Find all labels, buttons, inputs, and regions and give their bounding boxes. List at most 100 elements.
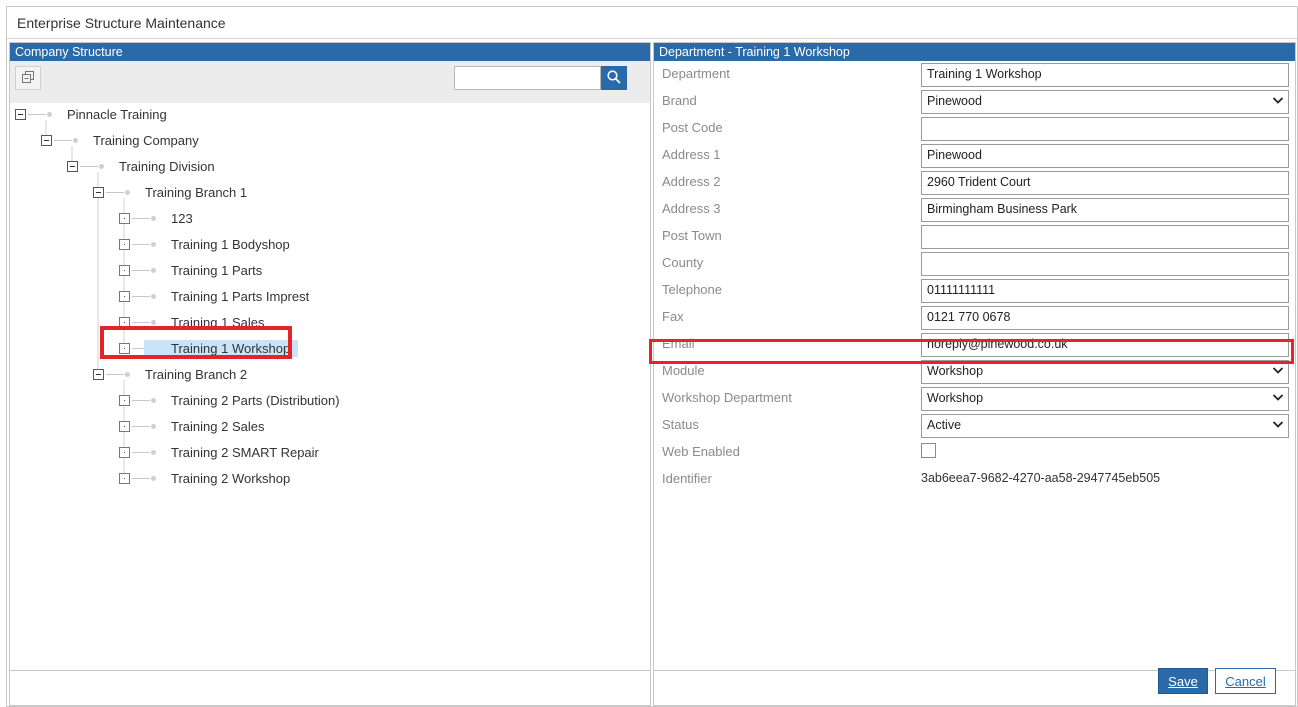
tree-node-label[interactable]: Training Branch 2: [143, 366, 249, 383]
chevron-down-icon: [1272, 364, 1284, 376]
leaf-node-icon[interactable]: [119, 420, 130, 432]
save-button[interactable]: Save: [1158, 668, 1208, 694]
leaf-node-icon[interactable]: [119, 446, 130, 458]
tree-search-input[interactable]: [454, 66, 601, 90]
tree-bullet: [73, 137, 78, 143]
identifier-value: 3ab6eea7-9682-4270-aa58-2947745eb505: [921, 471, 1161, 485]
tree-node-training-company[interactable]: Training Company: [41, 130, 201, 150]
tree-node-label[interactable]: Training 1 Bodyshop: [169, 236, 292, 253]
collapse-node-icon[interactable]: [41, 134, 52, 146]
tree-node-label[interactable]: Training Company: [91, 132, 201, 149]
address-3-field[interactable]: Birmingham Business Park: [921, 198, 1289, 222]
tree-connector: [106, 373, 124, 375]
tree-bullet: [151, 241, 156, 247]
county-row: County: [654, 250, 1295, 277]
brand-select[interactable]: Pinewood: [921, 90, 1289, 114]
tree-node-training-branch-2[interactable]: Training Branch 2: [93, 364, 249, 384]
address-2-row: Address 2 2960 Trident Court: [654, 169, 1295, 196]
identifier-label: Identifier: [662, 471, 712, 486]
tree-node-label[interactable]: Training Division: [117, 158, 217, 175]
tree-connector: [54, 139, 72, 141]
collapse-node-icon[interactable]: [15, 108, 26, 120]
tree-connector: [80, 165, 98, 167]
tree-node-training-1-bodyshop[interactable]: Training 1 Bodyshop: [119, 234, 292, 254]
tree-bullet: [151, 475, 156, 481]
brand-row: Brand Pinewood: [654, 88, 1295, 115]
telephone-row: Telephone 01111111111: [654, 277, 1295, 304]
search-icon: [607, 69, 621, 87]
web-enabled-checkbox[interactable]: [921, 443, 936, 458]
county-label: County: [662, 255, 704, 270]
address-2-field[interactable]: 2960 Trident Court: [921, 171, 1289, 195]
tree-node-training-1-parts-imprest[interactable]: Training 1 Parts Imprest: [119, 286, 311, 306]
status-select[interactable]: Active: [921, 414, 1289, 438]
post-code-field[interactable]: [921, 117, 1289, 141]
company-structure-tree: Pinnacle Training Training Company Trainin…: [10, 104, 650, 664]
telephone-field[interactable]: 01111111111: [921, 279, 1289, 303]
status-row: Status Active: [654, 412, 1295, 439]
module-selected-value: Workshop: [927, 364, 984, 378]
leaf-node-icon[interactable]: [119, 290, 130, 302]
workshop-department-label: Workshop Department: [662, 390, 792, 405]
tree-node-training-2-smart-repair[interactable]: Training 2 SMART Repair: [119, 442, 321, 462]
tree-node-label[interactable]: 123: [169, 210, 195, 227]
leaf-node-icon[interactable]: [119, 212, 130, 224]
tree-node-label[interactable]: Training 1 Parts: [169, 262, 264, 279]
tree-node-label[interactable]: Training 2 Sales: [169, 418, 266, 435]
address-1-field[interactable]: Pinewood: [921, 144, 1289, 168]
tree-node-label[interactable]: Training 1 Parts Imprest: [169, 288, 311, 305]
fax-label: Fax: [662, 309, 684, 324]
department-label: Department: [662, 66, 730, 81]
post-town-field[interactable]: [921, 225, 1289, 249]
county-field[interactable]: [921, 252, 1289, 276]
tree-node-training-division[interactable]: Training Division: [67, 156, 217, 176]
telephone-label: Telephone: [662, 282, 722, 297]
collapse-all-icon: [22, 70, 34, 86]
leaf-node-icon[interactable]: [119, 472, 130, 484]
department-field[interactable]: Training 1 Workshop: [921, 63, 1289, 87]
tree-node-label[interactable]: Pinnacle Training: [65, 106, 169, 123]
fax-field[interactable]: 0121 770 0678: [921, 306, 1289, 330]
workshop-department-row: Workshop Department Workshop: [654, 385, 1295, 412]
chevron-down-icon: [1272, 418, 1284, 430]
status-selected-value: Active: [927, 418, 962, 432]
tree-node-pinnacle-training[interactable]: Pinnacle Training: [15, 104, 169, 124]
status-label: Status: [662, 417, 699, 432]
tree-node-123[interactable]: 123: [119, 208, 195, 228]
workshop-department-select[interactable]: Workshop: [921, 387, 1289, 411]
left-footer: [9, 671, 651, 706]
tree-connector: [106, 191, 124, 193]
tree-node-training-2-parts-distribution[interactable]: Training 2 Parts (Distribution): [119, 390, 342, 410]
collapse-node-icon[interactable]: [93, 368, 104, 380]
post-town-label: Post Town: [662, 228, 722, 243]
tree-node-label[interactable]: Training 2 Parts (Distribution): [169, 392, 342, 409]
brand-label: Brand: [662, 93, 697, 108]
tree-connector: [132, 243, 150, 245]
tree-node-training-2-sales[interactable]: Training 2 Sales: [119, 416, 266, 436]
tree-node-label[interactable]: Training Branch 1: [143, 184, 249, 201]
leaf-node-icon[interactable]: [119, 394, 130, 406]
chevron-down-icon: [1272, 391, 1284, 403]
window-title: Enterprise Structure Maintenance: [7, 7, 1297, 39]
collapse-all-button[interactable]: [15, 66, 41, 90]
cancel-button[interactable]: Cancel: [1215, 668, 1276, 694]
collapse-node-icon[interactable]: [93, 186, 104, 198]
tree-search-button[interactable]: [601, 66, 627, 90]
collapse-node-icon[interactable]: [67, 160, 78, 172]
post-code-label: Post Code: [662, 120, 723, 135]
leaf-node-icon[interactable]: [119, 238, 130, 250]
tree-node-label[interactable]: Training 2 SMART Repair: [169, 444, 321, 461]
fax-row: Fax 0121 770 0678: [654, 304, 1295, 331]
department-row: Department Training 1 Workshop: [654, 61, 1295, 88]
tree-node-training-branch-1[interactable]: Training Branch 1: [93, 182, 249, 202]
email-field-highlight: [649, 339, 1294, 364]
address-3-row: Address 3 Birmingham Business Park: [654, 196, 1295, 223]
tree-selection-highlight: [100, 326, 292, 359]
module-label: Module: [662, 363, 705, 378]
tree-node-label[interactable]: Training 2 Workshop: [169, 470, 292, 487]
tree-node-training-1-parts[interactable]: Training 1 Parts: [119, 260, 264, 280]
leaf-node-icon[interactable]: [119, 264, 130, 276]
chevron-down-icon: [1272, 94, 1284, 106]
address-3-label: Address 3: [662, 201, 721, 216]
tree-node-training-2-workshop[interactable]: Training 2 Workshop: [119, 468, 292, 488]
